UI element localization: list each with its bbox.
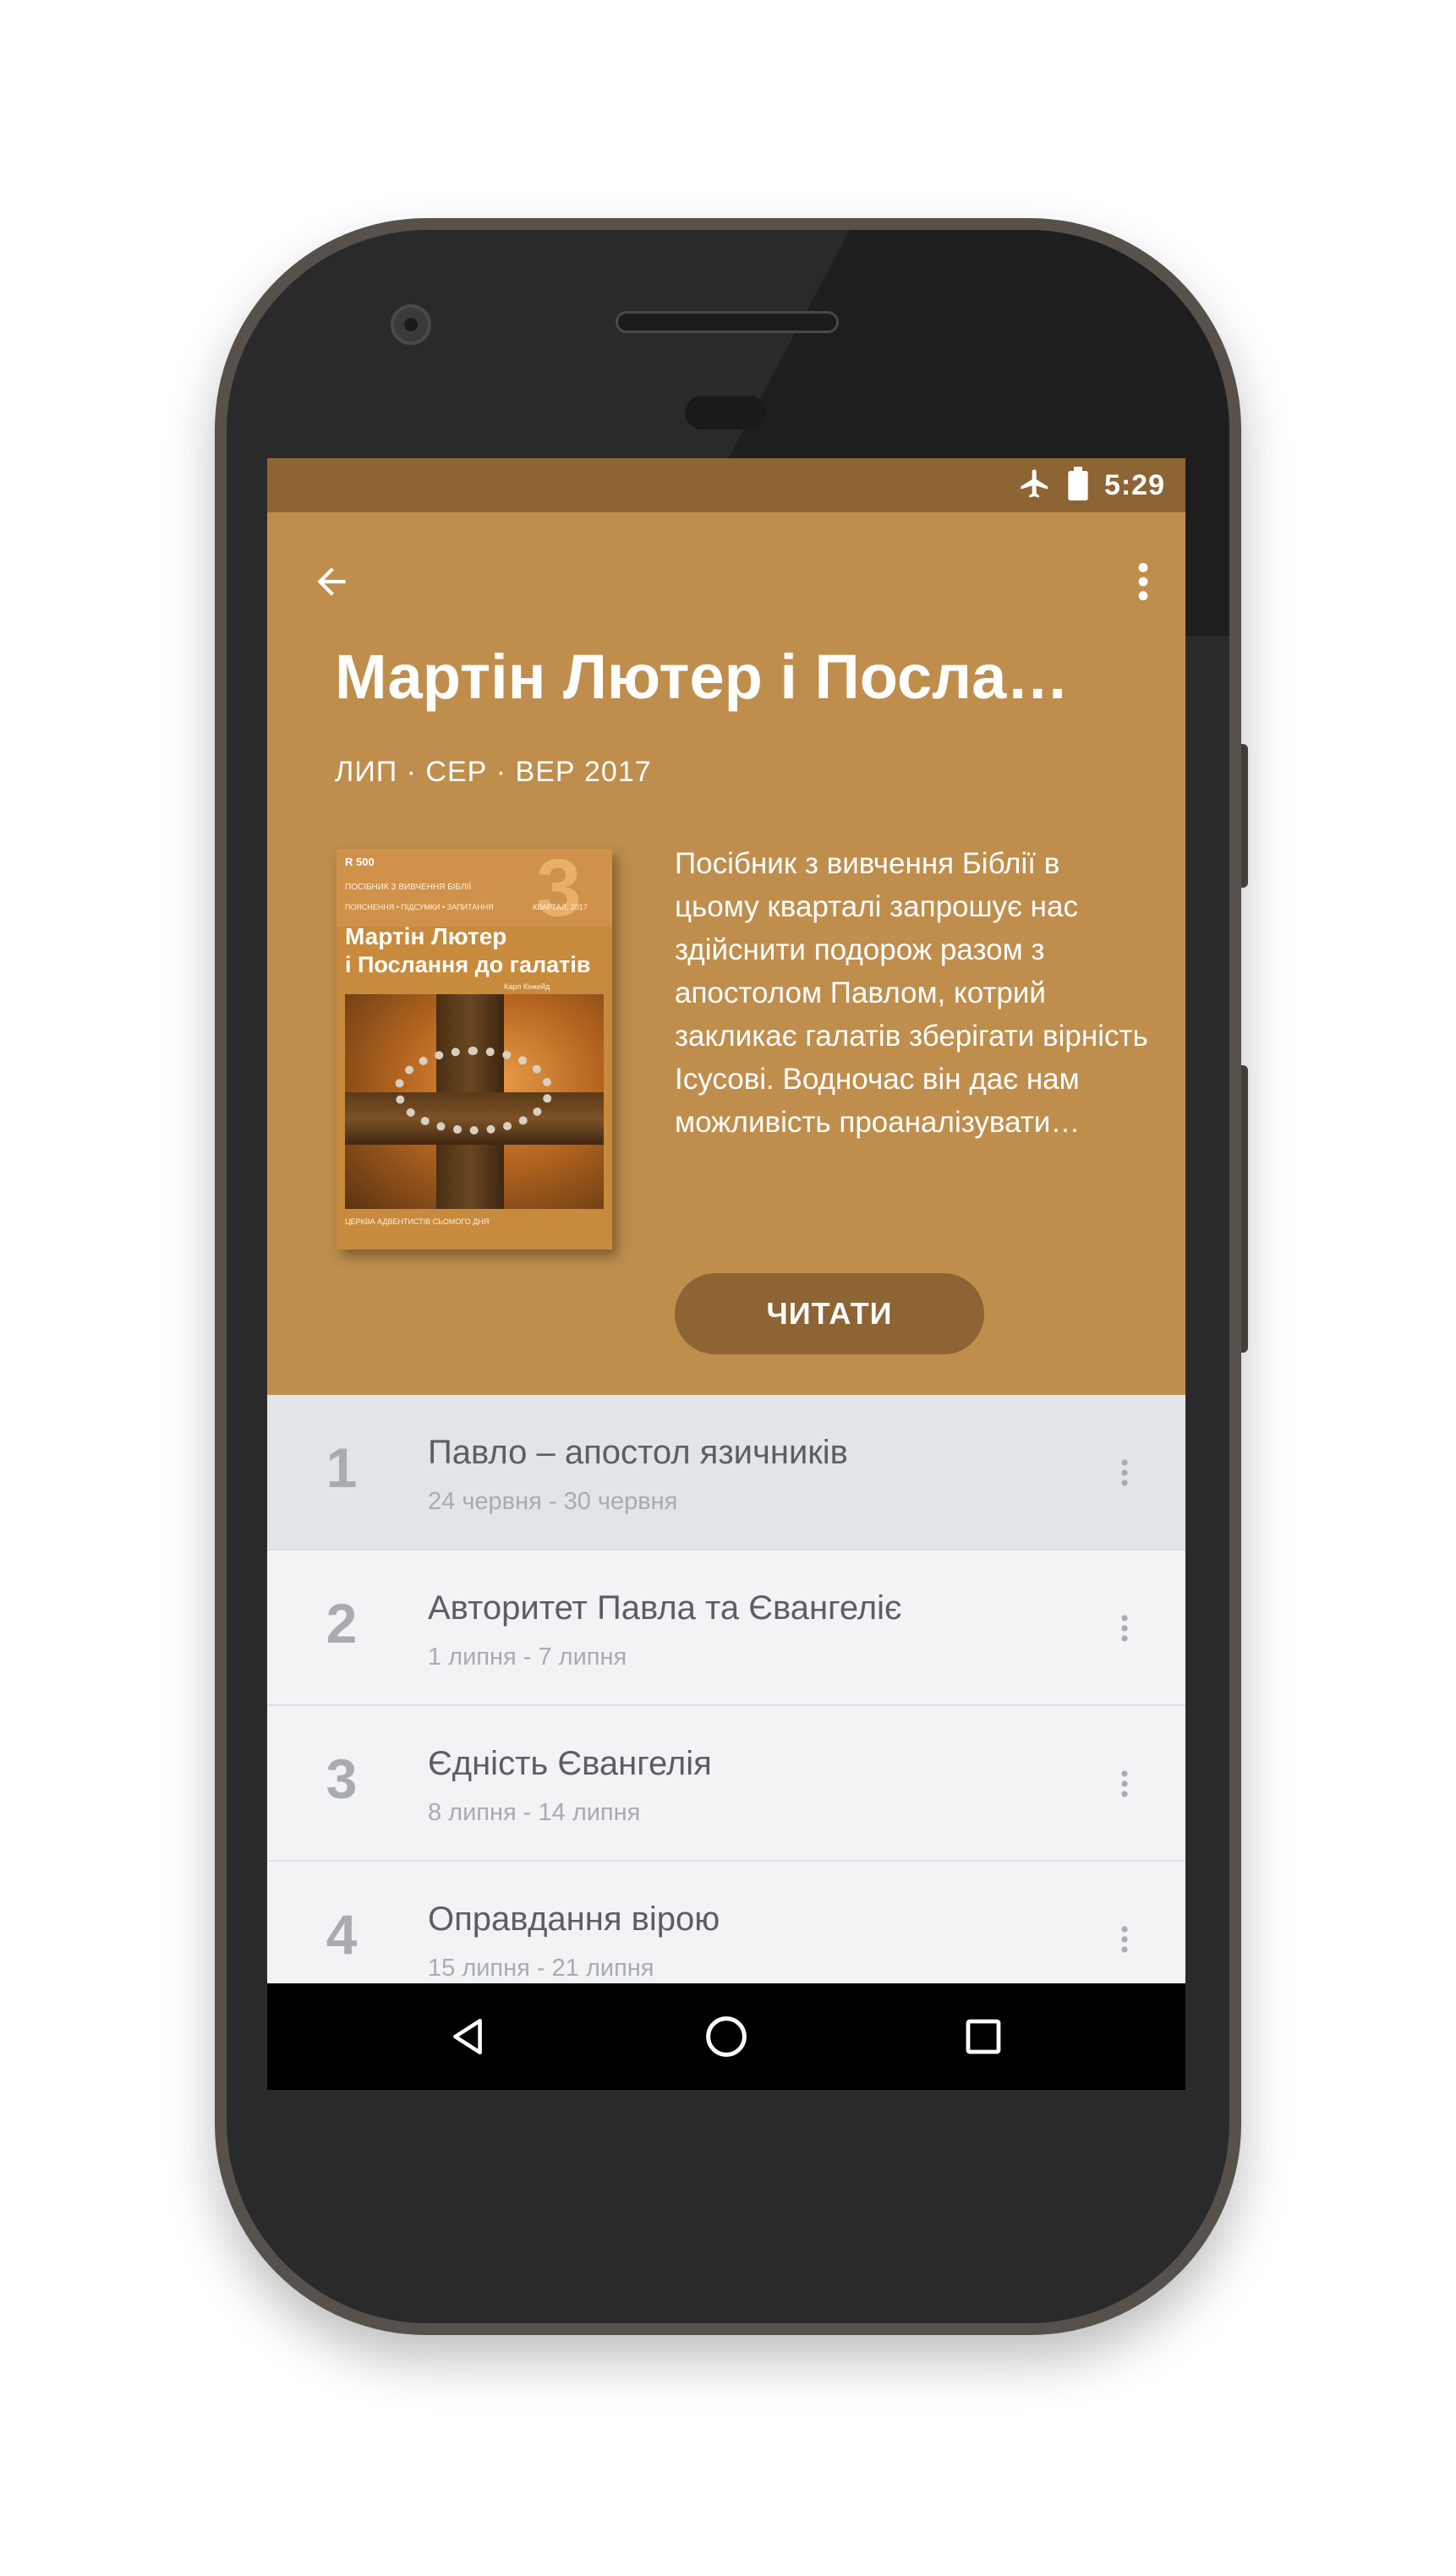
- cover-subtitle: ПОСІБНИК З ВИВЧЕННЯ БІБЛІЇ: [345, 883, 472, 892]
- lesson-title: Павло – апостол язичників: [428, 1434, 848, 1471]
- lesson-row[interactable]: 1 Павло – апостол язичників 24 червня - …: [267, 1395, 1185, 1551]
- front-camera: [391, 304, 431, 345]
- cover-title-2: і Послання до галатів: [345, 952, 591, 977]
- lesson-menu-button[interactable]: [1099, 1603, 1150, 1654]
- back-button[interactable]: [301, 551, 362, 612]
- lesson-title: Авторитет Павла та Євангеліє: [428, 1589, 902, 1627]
- lesson-number: 3: [326, 1747, 358, 1810]
- lesson-row[interactable]: 2 Авторитет Павла та Євангеліє 1 липня -…: [267, 1551, 1185, 1706]
- back-triangle-icon: [453, 2018, 482, 2055]
- lesson-menu-button[interactable]: [1099, 1758, 1150, 1809]
- lesson-number: 4: [326, 1903, 358, 1966]
- recents-square-icon: [966, 2019, 1001, 2054]
- lesson-number: 2: [326, 1592, 358, 1654]
- nav-recents-button[interactable]: [955, 2009, 1011, 2065]
- cover-title: Мартін Лютер: [345, 923, 507, 949]
- system-nav-bar: [267, 1983, 1185, 2090]
- more-vert-icon: [1138, 562, 1148, 601]
- more-vert-icon: [1121, 1459, 1128, 1486]
- status-time: 5:29: [1103, 468, 1165, 501]
- lesson-list: 1 Павло – апостол язичників 24 червня - …: [267, 1395, 1185, 2017]
- cover-quarter: КВАРТАЛ, 2017: [533, 903, 588, 911]
- quarterly-title: Мартін Лютер і Посла…: [335, 642, 1070, 712]
- more-vert-icon: [1121, 1770, 1128, 1797]
- lesson-header: Мартін Лютер і Посла… ЛИП · СЕР · ВЕР 20…: [267, 512, 1185, 1395]
- cover-number: 3: [536, 849, 582, 933]
- lesson-title: Оправдання вірою: [428, 1901, 720, 1938]
- arrow-left-icon: [317, 567, 346, 596]
- more-vert-icon: [1121, 1615, 1128, 1642]
- lesson-menu-button[interactable]: [1099, 1914, 1150, 1965]
- cover-subtitle-2: ПОЯСНЕННЯ • ПІДСУМКИ • ЗАПИТАННЯ: [345, 903, 494, 911]
- lesson-dates: 15 липня - 21 липня: [428, 1955, 654, 1982]
- screen: 5:29 Мартін Лютер і Посла… ЛИП · СЕР · В…: [267, 458, 1185, 2090]
- lesson-title: Єдність Євангелія: [428, 1745, 712, 1782]
- airplane-icon: [1018, 467, 1052, 505]
- home-circle-icon: [706, 2016, 747, 2057]
- earpiece-speaker: [616, 311, 839, 333]
- nav-back-button[interactable]: [440, 2009, 495, 2065]
- battery-icon: [1067, 466, 1089, 505]
- read-button[interactable]: ЧИТАТИ: [675, 1273, 984, 1354]
- lesson-menu-button[interactable]: [1099, 1447, 1150, 1498]
- lesson-row[interactable]: 3 Єдність Євангелія 8 липня - 14 липня: [267, 1706, 1185, 1862]
- cover-church: ЦЕРКВА АДВЕНТИСТІВ СЬОМОГО ДНЯ: [345, 1217, 490, 1226]
- status-bar: 5:29: [267, 458, 1185, 512]
- lesson-number: 1: [326, 1436, 358, 1499]
- lesson-dates: 1 липня - 7 липня: [428, 1643, 627, 1671]
- cover-artwork: [345, 994, 604, 1209]
- lesson-dates: 8 липня - 14 липня: [428, 1799, 641, 1826]
- proximity-sensor: [685, 396, 766, 429]
- more-vert-icon: [1121, 1926, 1128, 1953]
- cover-author: Карл Кінкейд: [504, 982, 550, 991]
- quarter-label: ЛИП · СЕР · ВЕР 2017: [335, 756, 652, 788]
- overflow-menu-button[interactable]: [1118, 551, 1169, 612]
- lesson-dates: 24 червня - 30 червня: [428, 1488, 678, 1515]
- cover-image: R 500 ПОСІБНИК З ВИВЧЕННЯ БІБЛІЇ ПОЯСНЕН…: [337, 849, 612, 1250]
- crown-of-thorns: [394, 1047, 553, 1135]
- quarterly-description: Посібник з вивчення Біблії в цьому кварт…: [675, 847, 1148, 1139]
- nav-home-button[interactable]: [698, 2009, 754, 2065]
- cover-logo: R 500: [345, 856, 375, 868]
